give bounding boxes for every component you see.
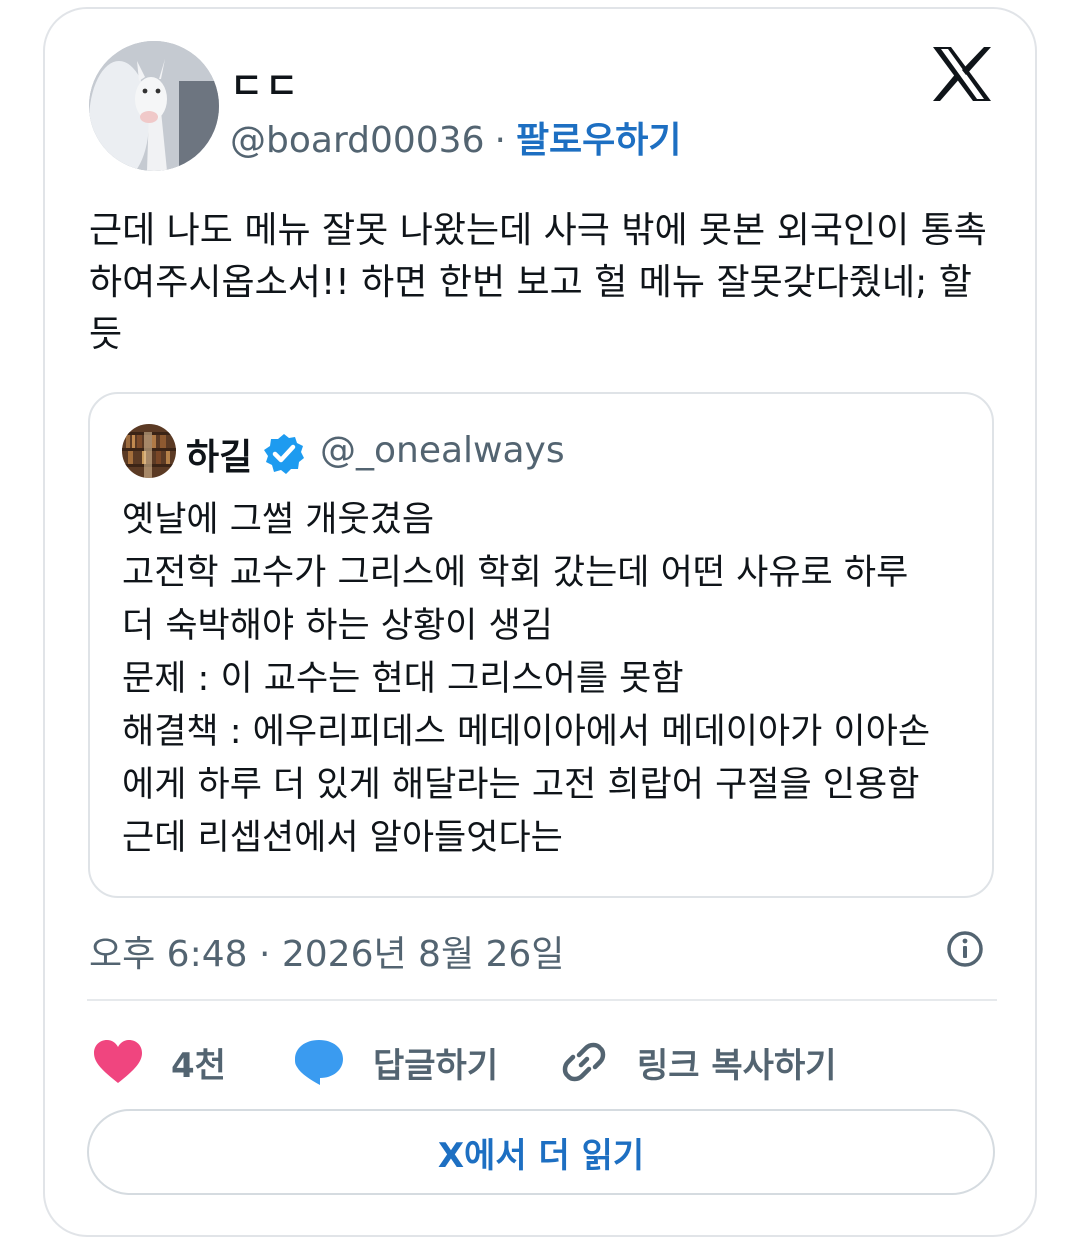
user-avatar[interactable]: [89, 41, 219, 171]
quoted-user-avatar[interactable]: [122, 424, 176, 478]
follow-button[interactable]: 팔로우하기: [516, 120, 682, 161]
reply-button[interactable]: 답글하기: [293, 1037, 498, 1087]
author-display-name[interactable]: ㄷㄷ: [230, 57, 300, 109]
quoted-tweet[interactable]: 하길 @_onealways 옛날에 그썰 개웃겼음 고전학 교수가 그리스에 …: [88, 392, 994, 898]
copy-link-label: 링크 복사하기: [637, 1045, 837, 1086]
quoted-tweet-text: 옛날에 그썰 개웃겼음 고전학 교수가 그리스에 학회 갔는데 어떤 사유로 하…: [122, 500, 931, 858]
bookshelf-avatar-image: [122, 424, 176, 478]
quoted-handle[interactable]: @_onealways: [320, 430, 565, 471]
heart-icon: [94, 1040, 142, 1083]
embedded-tweet-card: ㄷㄷ @board00036 · 팔로우하기 근데 나도 메뉴 잘못 나왔는데 사극…: [43, 7, 1037, 1237]
author-handle-row: @board00036 · 팔로우하기: [230, 111, 682, 163]
like-count: 4천: [171, 1045, 226, 1086]
copy-link-button[interactable]: 링크 복사하기: [559, 1037, 837, 1087]
reply-label: 답글하기: [373, 1045, 499, 1086]
link-icon: [562, 1042, 606, 1082]
read-more-on-x-button[interactable]: X에서 더 읽기: [87, 1109, 995, 1195]
divider: [87, 999, 997, 1001]
info-icon[interactable]: [945, 929, 985, 969]
author-handle[interactable]: @board00036: [230, 120, 484, 161]
tweet-body-text: 근데 나도 메뉴 잘못 나왔는데 사극 밖에 못본 외국인이 통촉 하여주시옵소…: [89, 210, 987, 355]
like-button[interactable]: 4천: [93, 1037, 226, 1087]
x-logo-icon[interactable]: [931, 45, 993, 103]
quoted-display-name[interactable]: 하길: [186, 428, 252, 480]
verified-badge-icon: [264, 434, 304, 474]
tweet-timestamp[interactable]: 오후 6:48 · 2026년 8월 26일: [89, 925, 564, 977]
separator-dot: ·: [494, 120, 506, 161]
reply-bubble-icon: [295, 1040, 343, 1085]
alpaca-avatar-image: [89, 41, 219, 171]
